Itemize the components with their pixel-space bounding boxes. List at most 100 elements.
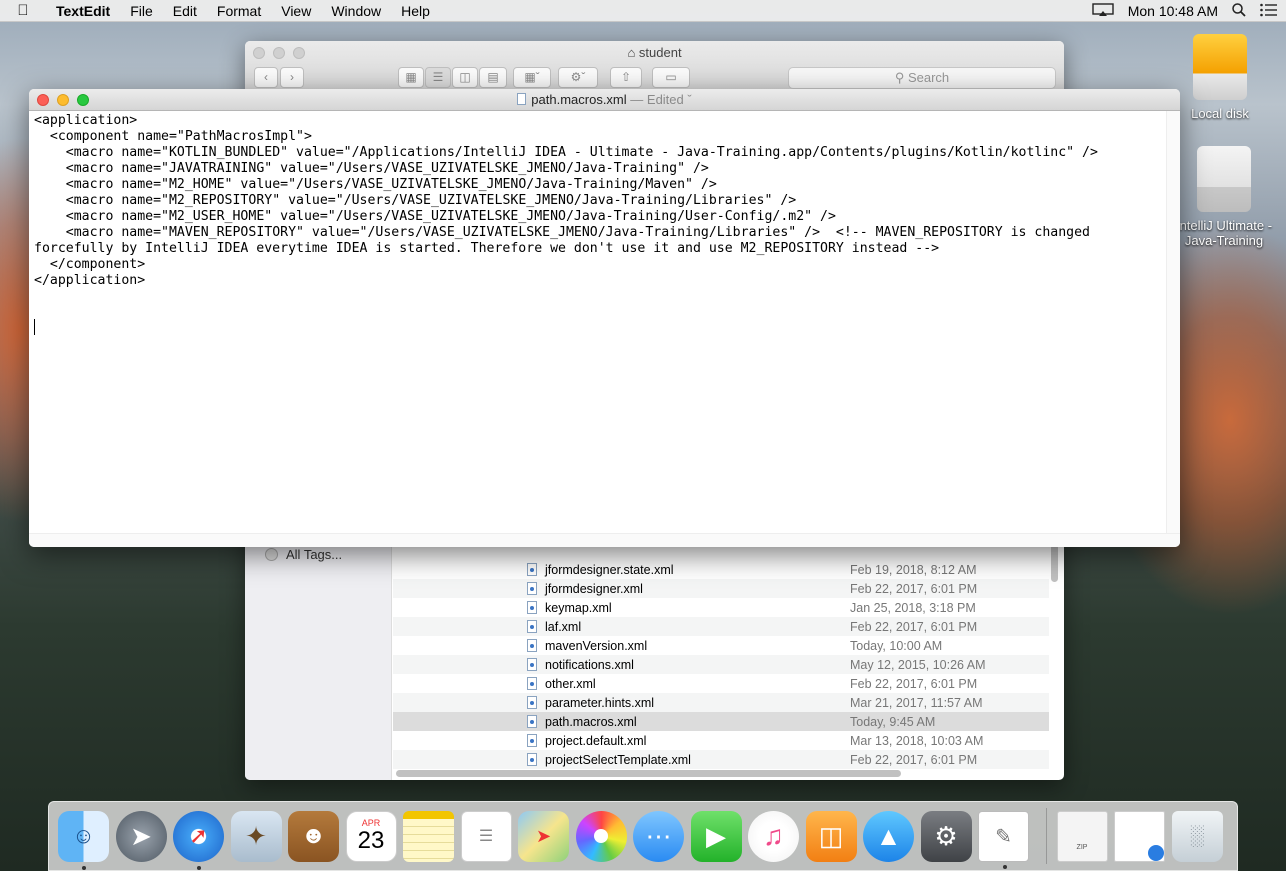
file-date: Mar 13, 2018, 10:03 AM — [850, 733, 984, 748]
notes-icon[interactable] — [403, 810, 454, 862]
horizontal-scrollbar[interactable] — [29, 533, 1180, 547]
file-name: projectSelectTemplate.xml — [545, 752, 691, 767]
system-preferences-icon[interactable]: ⚙ — [920, 810, 972, 862]
icon-view-icon[interactable]: ▦ — [398, 67, 424, 88]
file-date: Feb 22, 2017, 6:01 PM — [850, 619, 978, 634]
xml-file-icon — [527, 563, 537, 576]
safari-document-icon[interactable] — [1114, 810, 1165, 862]
xml-file-icon — [527, 658, 537, 671]
menu-view[interactable]: View — [271, 0, 321, 22]
calendar-icon[interactable]: APR 23 — [345, 810, 397, 862]
list-item-selected[interactable]: path.macros.xml Today, 9:45 AM — [393, 712, 1049, 731]
messages-icon[interactable]: ⋯ — [633, 810, 684, 862]
hard-disk-icon — [1193, 34, 1247, 100]
tag-circle-icon — [265, 548, 278, 561]
vertical-scrollbar[interactable] — [1051, 544, 1058, 582]
list-item[interactable]: parameter.hints.xml Mar 21, 2017, 11:57 A… — [393, 693, 1049, 712]
gallery-view-icon[interactable]: ▤ — [479, 67, 507, 88]
list-item[interactable]: jformdesigner.xml Feb 22, 2017, 6:01 PM — [393, 579, 1049, 598]
photos-icon[interactable] — [575, 810, 627, 862]
itunes-icon[interactable]: ♫ — [748, 810, 799, 862]
desktop-icon-intellij-disk[interactable]: IntelliJ Ultimate - Java-Training — [1174, 146, 1274, 248]
list-item[interactable]: projectSelectTemplate.xml Feb 22, 2017, 6… — [393, 750, 1049, 769]
xml-file-icon — [527, 677, 537, 690]
forward-button[interactable]: › — [280, 67, 304, 88]
list-item[interactable]: mavenVersion.xml Today, 10:00 AM — [393, 636, 1049, 655]
file-name: path.macros.xml — [545, 714, 637, 729]
desktop-icon-local-disk[interactable]: Local disk — [1174, 34, 1266, 121]
menu-window[interactable]: Window — [321, 0, 391, 22]
list-item[interactable]: laf.xml Feb 22, 2017, 6:01 PM — [393, 617, 1049, 636]
document-filename: path.macros.xml — [531, 92, 627, 107]
back-button[interactable]: ‹ — [254, 67, 278, 88]
horizontal-scrollbar[interactable] — [396, 770, 901, 777]
finder-title: ⌂ student — [245, 45, 1064, 60]
file-name: keymap.xml — [545, 600, 612, 615]
share-icon[interactable]: ⇧ — [610, 67, 642, 88]
text-editor-content[interactable]: <application> <component name="PathMacro… — [34, 113, 1166, 533]
column-view-icon[interactable]: ◫ — [452, 67, 478, 88]
xml-file-icon — [527, 601, 537, 614]
calendar-day: 23 — [357, 827, 385, 854]
menu-help[interactable]: Help — [391, 0, 440, 22]
document-title[interactable]: path.macros.xml — Edited ˇ — [29, 92, 1180, 107]
list-item[interactable]: project.default.xml Mar 13, 2018, 10:03 A… — [393, 731, 1049, 750]
file-name: mavenVersion.xml — [545, 638, 648, 653]
group-by-icon[interactable]: ▦ˇ — [513, 67, 551, 88]
xml-file-icon — [527, 753, 537, 766]
file-date: Mar 21, 2017, 11:57 AM — [850, 695, 983, 710]
maps-icon[interactable]: ➤ — [518, 810, 569, 862]
tag-icon[interactable]: ▭ — [652, 67, 690, 88]
gear-icon[interactable]: ⚙ˇ — [558, 67, 598, 88]
search-field[interactable]: ⚲ Search — [788, 67, 1056, 89]
sidebar-item-label: All Tags... — [286, 547, 343, 562]
mail-icon[interactable]: ✦ — [230, 810, 282, 862]
list-item[interactable]: jformdesigner.state.xml Feb 19, 2018, 8:1… — [393, 560, 1049, 579]
search-icon: ⚲ — [894, 70, 908, 85]
app-store-icon[interactable]: ▲ — [863, 810, 914, 862]
trash-icon[interactable]: ░ — [1171, 810, 1223, 862]
list-item[interactable]: keymap.xml Jan 25, 2018, 3:18 PM — [393, 598, 1049, 617]
reminders-icon[interactable]: ☰ — [460, 810, 512, 862]
list-item[interactable]: notifications.xml May 12, 2015, 10:26 AM — [393, 655, 1049, 674]
vertical-scrollbar[interactable] — [1166, 111, 1180, 533]
contacts-icon[interactable]: ☻ — [288, 810, 339, 862]
menu-format[interactable]: Format — [207, 0, 271, 22]
list-item[interactable]: other.xml Feb 22, 2017, 6:01 PM — [393, 674, 1049, 693]
textedit-icon[interactable]: ✎ — [978, 810, 1029, 869]
chevron-down-icon: ˇ — [683, 92, 692, 107]
safari-icon[interactable]: ➚ — [173, 810, 224, 870]
running-indicator — [197, 865, 201, 870]
xml-file-icon — [527, 582, 537, 595]
notification-center-icon[interactable] — [1260, 3, 1278, 20]
file-date: May 12, 2015, 10:26 AM — [850, 657, 986, 672]
apple-menu-icon[interactable]:  — [0, 2, 46, 19]
textedit-window: path.macros.xml — Edited ˇ <application>… — [29, 89, 1180, 547]
file-date: Feb 19, 2018, 8:12 AM — [850, 562, 977, 577]
running-indicator — [1003, 864, 1007, 869]
zip-label: ZIP — [1076, 843, 1088, 851]
menu-file[interactable]: File — [120, 0, 163, 22]
sidebar-item-all-tags[interactable]: All Tags... — [265, 547, 342, 562]
zip-file-icon[interactable]: ZIP — [1056, 810, 1108, 862]
ibooks-icon[interactable]: ◫ — [805, 810, 857, 862]
xml-file-icon — [527, 696, 537, 709]
document-icon — [517, 93, 527, 105]
spotlight-icon[interactable] — [1232, 2, 1246, 20]
clock[interactable]: Mon 10:48 AM — [1128, 3, 1218, 19]
menu-edit[interactable]: Edit — [163, 0, 207, 22]
airplay-icon[interactable] — [1092, 2, 1114, 20]
desktop-icon-label: Local disk — [1191, 106, 1249, 121]
list-view-icon[interactable]: ☰ — [425, 67, 451, 88]
finder-icon[interactable]: ☺ — [58, 810, 109, 870]
file-name: jformdesigner.xml — [545, 581, 643, 596]
finder-title-text: student — [638, 45, 682, 60]
menu-app-name[interactable]: TextEdit — [46, 0, 120, 22]
launchpad-icon[interactable]: ➤ — [115, 810, 167, 862]
xml-file-icon — [527, 715, 537, 728]
file-name: other.xml — [545, 676, 596, 691]
desktop-icon-label: IntelliJ Ultimate - Java-Training — [1175, 218, 1273, 248]
dock: ☺ ➤ ➚ ✦ ☻ APR 23 ☰ ➤ ⋯ ▶ ♫ ◫ ▲ ⚙ ✎ ZIP ░ — [48, 801, 1238, 871]
facetime-icon[interactable]: ▶ — [690, 810, 742, 862]
file-name: project.default.xml — [545, 733, 647, 748]
